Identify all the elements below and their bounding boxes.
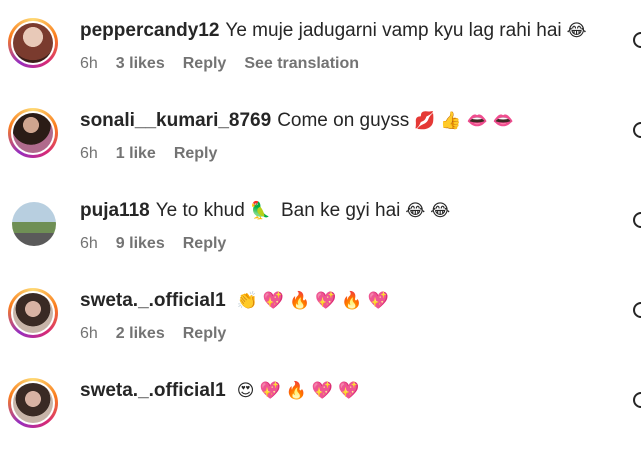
avatar[interactable] — [8, 378, 58, 428]
emoji: 💖 — [259, 381, 281, 400]
emoji: 😍 — [236, 381, 255, 400]
comment-line: sweta._.official1 👏 💖 🔥 💖 🔥 💖 — [80, 288, 389, 314]
comment-time: 6h — [80, 235, 98, 252]
comment-username[interactable]: sweta._.official1 — [80, 380, 226, 402]
comment-username[interactable]: sonali__kumari_8769 — [80, 110, 271, 132]
emoji: 😂 — [405, 201, 426, 220]
comment-text-continued: Ban ke gyi hai — [281, 200, 401, 221]
emoji: 🦜 — [249, 201, 271, 220]
like-heart-icon[interactable] — [633, 302, 641, 318]
likes-count[interactable]: 3 likes — [116, 55, 165, 73]
avatar[interactable] — [8, 108, 58, 158]
comment-username[interactable]: puja118 — [80, 200, 150, 222]
emoji: 👍 — [440, 111, 462, 130]
comment-meta: 6h 1 like Reply — [80, 145, 235, 163]
like-heart-icon[interactable] — [633, 392, 641, 408]
comment-time: 6h — [80, 145, 98, 162]
comment-item: sweta._.official1 👏 💖 🔥 💖 🔥 💖 6h 2 likes… — [0, 288, 641, 378]
like-heart-icon[interactable] — [633, 122, 641, 138]
comment-line: sonali__kumari_8769 Come on guyss 💋 👍 👄 … — [80, 108, 514, 134]
comment-username[interactable]: peppercandy12 — [80, 20, 219, 42]
comment-text: Ye muje jadugarni vamp kyu lag rahi hai — [225, 20, 562, 41]
like-heart-icon[interactable] — [633, 212, 641, 228]
likes-count[interactable]: 2 likes — [116, 325, 165, 343]
emoji: 💖 — [315, 291, 337, 310]
avatar[interactable] — [8, 18, 58, 68]
comment-time: 6h — [80, 325, 98, 342]
comment-item: puja118 Ye to khud 🦜 Ban ke gyi hai 😂 😂 … — [0, 198, 641, 288]
likes-count[interactable]: 9 likes — [116, 235, 165, 253]
like-heart-icon[interactable] — [633, 32, 641, 48]
emoji: 💖 — [262, 291, 285, 310]
comment-meta: 6h 3 likes Reply See translation — [80, 55, 377, 73]
emoji: 💖 — [311, 381, 333, 400]
reply-button[interactable]: Reply — [183, 55, 227, 73]
emoji: 😂 — [430, 201, 451, 220]
emoji: 👄 — [492, 111, 514, 130]
emoji: 🔥 — [285, 381, 307, 400]
see-translation-link[interactable]: See translation — [244, 55, 359, 73]
comment-item: sonali__kumari_8769 Come on guyss 💋 👍 👄 … — [0, 108, 641, 198]
comment-line: sweta._.official1 😍 💖 🔥 💖 💖 — [80, 378, 359, 404]
emoji: 🔥 — [289, 291, 311, 310]
emoji: 👄 — [466, 111, 488, 130]
comment-text: Ye to khud — [155, 200, 245, 221]
avatar[interactable] — [8, 288, 58, 338]
reply-button[interactable]: Reply — [183, 325, 227, 343]
comment-line: puja118 Ye to khud 🦜 Ban ke gyi hai 😂 😂 — [80, 198, 450, 224]
comment-line: peppercandy12 Ye muje jadugarni vamp kyu… — [80, 18, 587, 44]
avatar[interactable] — [12, 202, 56, 246]
emoji: 👏 — [236, 291, 258, 310]
comment-item: peppercandy12 Ye muje jadugarni vamp kyu… — [0, 18, 641, 108]
comment-username[interactable]: sweta._.official1 — [80, 290, 226, 312]
emoji: 🔥 — [341, 291, 363, 310]
emoji: 💋 — [414, 111, 436, 130]
emoji: 💖 — [367, 291, 389, 310]
likes-count[interactable]: 1 like — [116, 145, 156, 163]
reply-button[interactable]: Reply — [174, 145, 218, 163]
comment-item: sweta._.official1 😍 💖 🔥 💖 💖 — [0, 378, 641, 468]
comment-time: 6h — [80, 55, 98, 72]
emoji: 💖 — [337, 381, 360, 400]
reply-button[interactable]: Reply — [183, 235, 227, 253]
emoji: 😂 — [566, 21, 587, 40]
comment-meta: 6h 9 likes Reply — [80, 235, 244, 253]
comment-meta: 6h 2 likes Reply — [80, 325, 244, 343]
comment-text: Come on guyss — [277, 110, 410, 131]
